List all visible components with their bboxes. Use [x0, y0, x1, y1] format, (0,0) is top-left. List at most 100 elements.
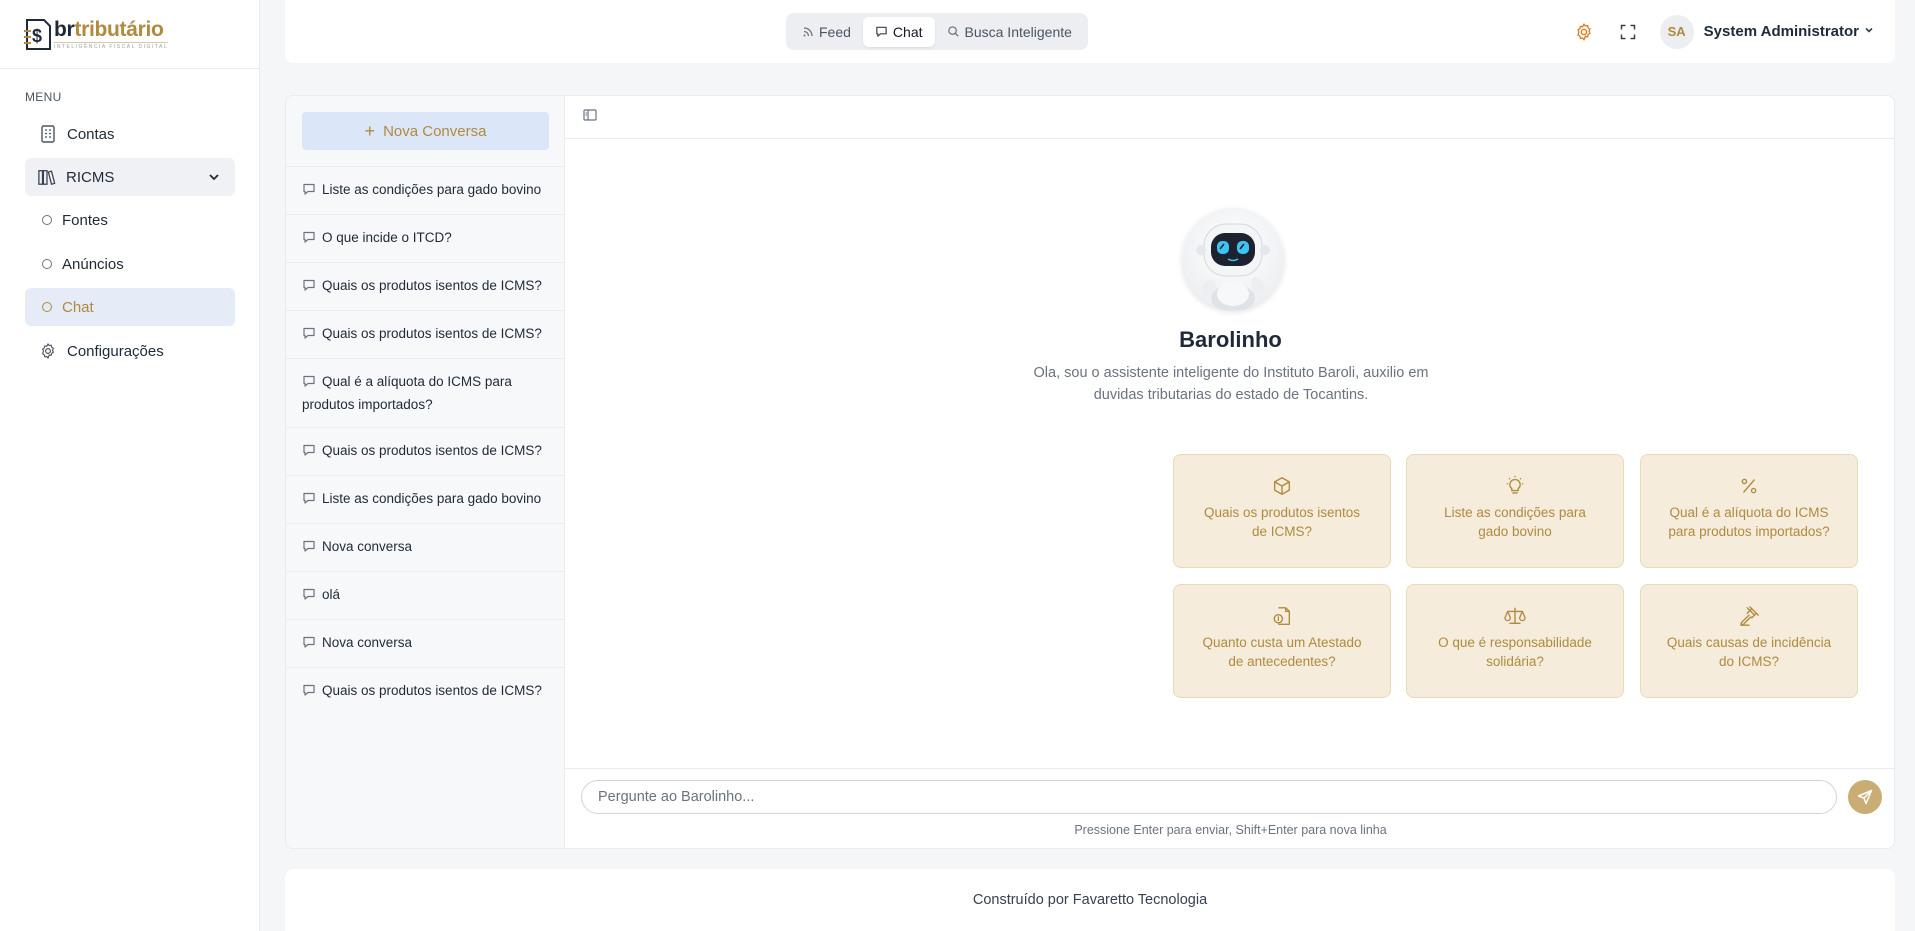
suggestion-card[interactable]: Quais causas de incidência do ICMS?	[1640, 584, 1858, 698]
conversation-title: Quais os produtos isentos de ICMS?	[322, 443, 542, 458]
suggestion-card[interactable]: Quais os produtos isentos de ICMS?	[1173, 454, 1391, 568]
new-conversation-label: Nova Conversa	[383, 122, 487, 140]
message-icon	[302, 586, 316, 607]
conversation-item[interactable]: Nova conversa	[286, 523, 565, 571]
scale-icon	[1503, 605, 1527, 627]
conversation-title: olá	[322, 587, 341, 602]
chat-input[interactable]	[581, 780, 1837, 814]
sidebar: $ brtributário INTELIGÊNCIA FISCAL DIGIT…	[0, 0, 260, 931]
chevron-down-icon	[207, 170, 221, 188]
sidebar-item-label: Contas	[67, 125, 115, 143]
sidebar-item-chat[interactable]: Chat	[25, 288, 235, 326]
conversation-list: Liste as condições para gado bovino O que…	[286, 166, 565, 715]
avatar[interactable]: SA	[1659, 14, 1694, 49]
chat-input-bar: Pressione Enter para enviar, Shift+Enter…	[565, 768, 1894, 848]
message-icon	[302, 682, 316, 703]
sidebar-item-ricms[interactable]: RICMS	[25, 158, 235, 196]
message-icon	[302, 538, 316, 559]
chat-card: + Nova Conversa Liste as condições para …	[285, 95, 1895, 849]
suggestion-text: Quais causas de incidência do ICMS?	[1666, 635, 1832, 669]
suggestion-card[interactable]: Liste as condições para gado bovino	[1406, 454, 1624, 568]
tab-busca-inteligente[interactable]: Busca Inteligente	[935, 17, 1084, 47]
toggle-sidebar-icon[interactable]	[583, 108, 597, 126]
conversation-item[interactable]: Quais os produtos isentos de ICMS?	[286, 310, 565, 358]
sidebar-item-label: RICMS	[66, 168, 115, 186]
conversation-item[interactable]: Nova conversa	[286, 619, 565, 667]
chat-area: Barolinho Ola, sou o assistente intelige…	[565, 96, 1894, 848]
message-icon	[302, 325, 316, 346]
suggestion-card[interactable]: O que é responsabilidade solidária?	[1406, 584, 1624, 698]
conversation-item[interactable]: Quais os produtos isentos de ICMS?	[286, 427, 565, 475]
conversation-item[interactable]: Quais os produtos isentos de ICMS?	[286, 667, 565, 715]
send-icon	[1857, 789, 1873, 805]
message-icon	[302, 181, 316, 202]
fullscreen-button[interactable]	[1614, 18, 1642, 46]
conversation-title: O que incide o ITCD?	[322, 230, 452, 245]
circle-icon	[42, 259, 52, 269]
brand-logo[interactable]: $ brtributário INTELIGÊNCIA FISCAL DIGIT…	[0, 0, 259, 69]
lightbulb-icon	[1503, 475, 1527, 497]
conversation-item[interactable]: Quais os produtos isentos de ICMS?	[286, 262, 565, 310]
conversation-title: Quais os produtos isentos de ICMS?	[322, 326, 542, 341]
sidebar-item-label: Chat	[62, 298, 94, 316]
robot-icon	[1196, 223, 1270, 312]
chevron-down-icon[interactable]	[1863, 23, 1875, 41]
chat-header	[565, 96, 1894, 139]
gear-icon	[39, 342, 57, 360]
rss-icon	[803, 26, 813, 36]
document-money-icon	[1271, 605, 1293, 627]
plus-icon: +	[364, 121, 376, 141]
sidebar-item-fontes[interactable]: Fontes	[25, 201, 235, 239]
conversation-item[interactable]: Liste as condições para gado bovino	[286, 475, 565, 523]
sidebar-item-label: Configurações	[67, 342, 164, 360]
view-tabs: Feed Chat Busca Inteligente	[786, 13, 1088, 50]
bot-name: Barolinho	[1179, 327, 1282, 352]
conversation-item[interactable]: Qual é a alíquota do ICMS para produtos …	[286, 358, 565, 427]
conversation-item[interactable]: Liste as condições para gado bovino	[286, 166, 565, 214]
tab-label: Busca Inteligente	[964, 23, 1072, 40]
suggestion-text: Quanto custa um Atestado de antecedentes…	[1202, 635, 1362, 669]
message-icon	[302, 490, 316, 511]
conversation-item[interactable]: O que incide o ITCD?	[286, 214, 565, 262]
suggestion-card[interactable]: Quanto custa um Atestado de antecedentes…	[1173, 584, 1391, 698]
tab-chat[interactable]: Chat	[862, 16, 935, 47]
gavel-icon	[1738, 605, 1760, 627]
conversation-item[interactable]: olá	[286, 571, 565, 619]
sidebar-item-label: Fontes	[62, 211, 108, 229]
suggestion-text: Quais os produtos isentos de ICMS?	[1203, 505, 1361, 539]
bot-description: Ola, sou o assistente inteligente do Ins…	[1033, 365, 1429, 403]
user-name[interactable]: System Administrator	[1704, 23, 1859, 40]
brand-tagline: INTELIGÊNCIA FISCAL DIGITAL	[54, 41, 169, 50]
svg-text:$: $	[32, 26, 42, 46]
send-button[interactable]	[1848, 780, 1882, 814]
theme-settings-button[interactable]	[1570, 18, 1598, 46]
books-icon	[38, 168, 56, 186]
conversation-title: Nova conversa	[322, 539, 413, 554]
tab-feed[interactable]: Feed	[790, 17, 863, 47]
suggestion-card[interactable]: Qual é a alíquota do ICMS para produtos …	[1640, 454, 1858, 568]
message-icon	[302, 442, 316, 463]
expand-icon	[1620, 24, 1635, 39]
conversation-panel: + Nova Conversa Liste as condições para …	[286, 96, 565, 848]
sidebar-item-configuracoes[interactable]: Configurações	[25, 332, 235, 370]
building-icon	[39, 125, 57, 143]
package-icon	[1271, 475, 1293, 497]
conversation-title: Nova conversa	[322, 635, 413, 650]
footer: Construído por Favaretto Tecnologia	[285, 869, 1895, 931]
conversation-title: Qual é a alíquota do ICMS para produtos …	[302, 374, 512, 412]
sidebar-item-label: Anúncios	[62, 255, 124, 273]
message-icon	[876, 26, 887, 37]
percent-icon	[1738, 475, 1760, 497]
conversation-title: Quais os produtos isentos de ICMS?	[322, 278, 542, 293]
conversation-title: Quais os produtos isentos de ICMS?	[322, 683, 542, 698]
footer-text: Construído por Favaretto Tecnologia	[972, 892, 1208, 908]
new-conversation-button[interactable]: + Nova Conversa	[302, 112, 549, 150]
conversation-title: Liste as condições para gado bovino	[322, 491, 542, 506]
sidebar-item-contas[interactable]: Contas	[25, 115, 235, 153]
top-bar: Feed Chat Busca Inteligente SA System Ad…	[285, 0, 1895, 63]
input-hint: Pressione Enter para enviar, Shift+Enter…	[1074, 823, 1387, 837]
bot-avatar	[1182, 208, 1284, 312]
sidebar-item-anuncios[interactable]: Anúncios	[25, 245, 235, 283]
brand-wordmark: brtributário	[54, 17, 164, 41]
menu-title: MENU	[25, 90, 62, 104]
